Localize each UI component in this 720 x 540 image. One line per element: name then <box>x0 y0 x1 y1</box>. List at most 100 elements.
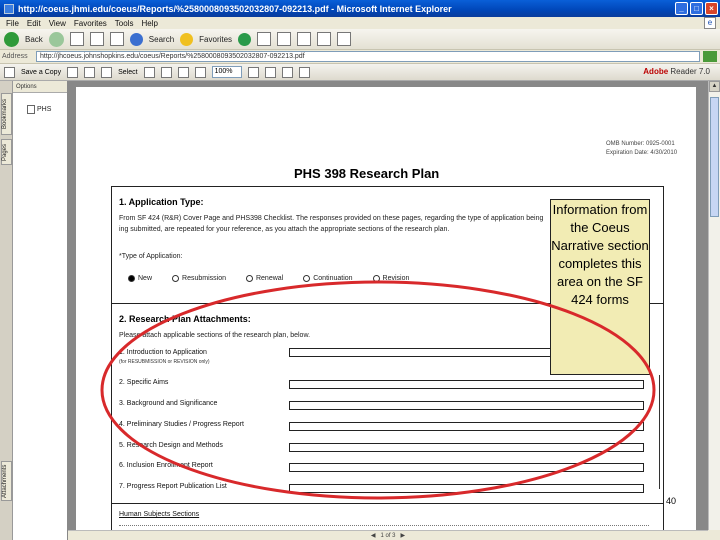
attachment-field-inclusion-enrollment[interactable] <box>289 463 644 472</box>
radio-empty-icon <box>172 275 180 282</box>
previous-page-icon[interactable] <box>177 66 189 78</box>
back-arrow-icon[interactable] <box>4 31 19 47</box>
omb-number: OMB Number: 0925-0001 <box>606 141 675 147</box>
print-icon[interactable] <box>297 32 312 46</box>
attachment-field-publication-list[interactable] <box>289 484 644 493</box>
radio-revision[interactable]: Revision <box>372 275 409 282</box>
annotation-callout: Information from the Coeus Narrative sec… <box>550 199 650 375</box>
section1-text-line2: ing submitted, are repeated for your ref… <box>119 226 450 233</box>
mail-icon[interactable] <box>277 32 292 46</box>
application-type-radios: New Resubmission Renewal Continuation Re… <box>128 275 409 282</box>
radio-new-label: New <box>138 275 153 282</box>
stop-icon[interactable] <box>69 32 84 46</box>
menu-favorites[interactable]: Favorites <box>74 19 107 28</box>
zoom-dropdown-icon[interactable] <box>247 66 259 78</box>
tab-pages[interactable]: Pages <box>1 139 12 165</box>
attachment-note: (for RESUBMISSION or REVISION only) <box>119 359 210 365</box>
menu-edit[interactable]: Edit <box>27 19 41 28</box>
ie-window: http://coeus.jhmi.edu/coeus/Reports/%258… <box>0 0 720 540</box>
attachment-label-inclusion-enrollment: 6. Inclusion Enrollment Report <box>119 462 213 469</box>
application-type-label: *Type of Application: <box>119 253 183 260</box>
email-icon[interactable] <box>84 66 96 78</box>
adobe-toolbar: Save a Copy Select 100% Adobe Reader 7.0 <box>0 64 720 81</box>
document-icon <box>27 105 35 114</box>
save-icon[interactable] <box>4 66 15 78</box>
hand-tool-icon[interactable] <box>101 66 113 78</box>
ie-icon <box>4 3 14 14</box>
attachment-label-publication-list: 7. Progress Report Publication List <box>119 483 227 490</box>
radio-selected-icon <box>128 275 135 282</box>
print-pdf-icon[interactable] <box>67 66 79 78</box>
form-title: PHS 398 Research Plan <box>294 166 440 181</box>
next-page-icon[interactable] <box>194 66 206 78</box>
tab-attachments[interactable]: Attachments <box>1 461 12 501</box>
favorites-button-label[interactable]: Favorites <box>199 35 232 44</box>
refresh-icon[interactable] <box>89 32 104 46</box>
next-page-icon[interactable]: ▶ <box>401 532 406 539</box>
radio-renewal[interactable]: Renewal <box>245 275 284 282</box>
menu-bar: File Edit View Favorites Tools Help e <box>0 17 720 29</box>
search-button-label[interactable]: Search <box>149 35 174 44</box>
edit-icon[interactable] <box>317 32 332 46</box>
menu-file[interactable]: File <box>6 19 19 28</box>
vertical-scrollbar[interactable]: ▲ <box>708 81 720 530</box>
media-icon[interactable] <box>238 32 252 46</box>
attachment-label-background: 3. Background and Significance <box>119 400 218 407</box>
callout-pointer-line <box>659 375 660 489</box>
radio-continuation[interactable]: Continuation <box>303 275 353 282</box>
fit-page-icon[interactable] <box>264 66 276 78</box>
scroll-up-icon[interactable]: ▲ <box>709 81 720 92</box>
page-indicator[interactable]: 1 of 3 <box>380 533 395 539</box>
favorites-star-icon[interactable] <box>180 32 194 46</box>
navigation-tabs: Bookmarks Pages Attachments <box>0 81 13 540</box>
adobe-product-name: Reader 7.0 <box>670 67 710 76</box>
attachment-field-specific-aims[interactable] <box>289 380 644 389</box>
menu-tools[interactable]: Tools <box>115 19 134 28</box>
bookmark-item[interactable]: PHS <box>27 105 51 114</box>
scroll-thumb[interactable] <box>710 97 719 217</box>
title-bar: http://coeus.jhmi.edu/coeus/Reports/%258… <box>0 0 720 17</box>
menu-view[interactable]: View <box>49 19 66 28</box>
attachment-field-preliminary-studies[interactable] <box>289 422 644 431</box>
home-icon[interactable] <box>109 32 124 46</box>
tab-bookmarks[interactable]: Bookmarks <box>1 93 12 135</box>
radio-resubmission-label: Resubmission <box>182 275 226 282</box>
back-button-label[interactable]: Back <box>25 35 43 44</box>
attachment-label-research-design: 5. Research Design and Methods <box>119 442 223 449</box>
fine-print <box>119 525 649 528</box>
history-icon[interactable] <box>257 32 272 46</box>
previous-page-icon[interactable]: ◀ <box>371 532 376 539</box>
section-divider <box>111 503 664 504</box>
close-icon[interactable]: × <box>705 2 718 15</box>
zoom-field[interactable]: 100% <box>211 66 242 78</box>
radio-continuation-label: Continuation <box>313 275 353 282</box>
menu-help[interactable]: Help <box>141 19 157 28</box>
window-title: http://coeus.jhmi.edu/coeus/Reports/%258… <box>18 3 452 14</box>
radio-resubmission[interactable]: Resubmission <box>172 275 226 282</box>
go-arrow-icon[interactable] <box>703 51 717 62</box>
search-icon[interactable] <box>129 32 143 46</box>
pdf-viewport[interactable]: OMB Number: 0925-0001 Expiration Date: 4… <box>68 81 708 530</box>
radio-renewal-label: Renewal <box>255 275 284 282</box>
discuss-icon[interactable] <box>337 32 352 46</box>
window-controls: _ □ × <box>675 2 718 15</box>
first-page-icon[interactable] <box>160 66 172 78</box>
bookmarks-options[interactable]: Options <box>13 81 67 93</box>
rotate-icon[interactable] <box>298 66 310 78</box>
zoom-in-icon[interactable] <box>143 66 155 78</box>
select-tool-label[interactable]: Select <box>118 69 137 76</box>
minimize-icon[interactable]: _ <box>675 2 688 15</box>
forward-arrow-icon[interactable] <box>48 31 64 47</box>
adobe-brand-name: Adobe <box>643 67 669 76</box>
address-input[interactable]: http://jhcoeus.johnshopkins.edu/coeus/Re… <box>36 51 700 62</box>
attachment-field-research-design[interactable] <box>289 443 644 452</box>
attachment-field-background[interactable] <box>289 401 644 410</box>
fit-width-icon[interactable] <box>281 66 293 78</box>
save-copy-label[interactable]: Save a Copy <box>21 69 61 76</box>
section2-title: 2. Research Plan Attachments: <box>119 314 251 324</box>
omb-expiration: Expiration Date: 4/30/2010 <box>606 150 678 156</box>
attachment-label-preliminary-studies: 4. Preliminary Studies / Progress Report <box>119 421 244 428</box>
maximize-icon[interactable]: □ <box>690 2 703 15</box>
address-bar: Address http://jhcoeus.johnshopkins.edu/… <box>0 50 720 64</box>
radio-new[interactable]: New <box>128 275 152 282</box>
